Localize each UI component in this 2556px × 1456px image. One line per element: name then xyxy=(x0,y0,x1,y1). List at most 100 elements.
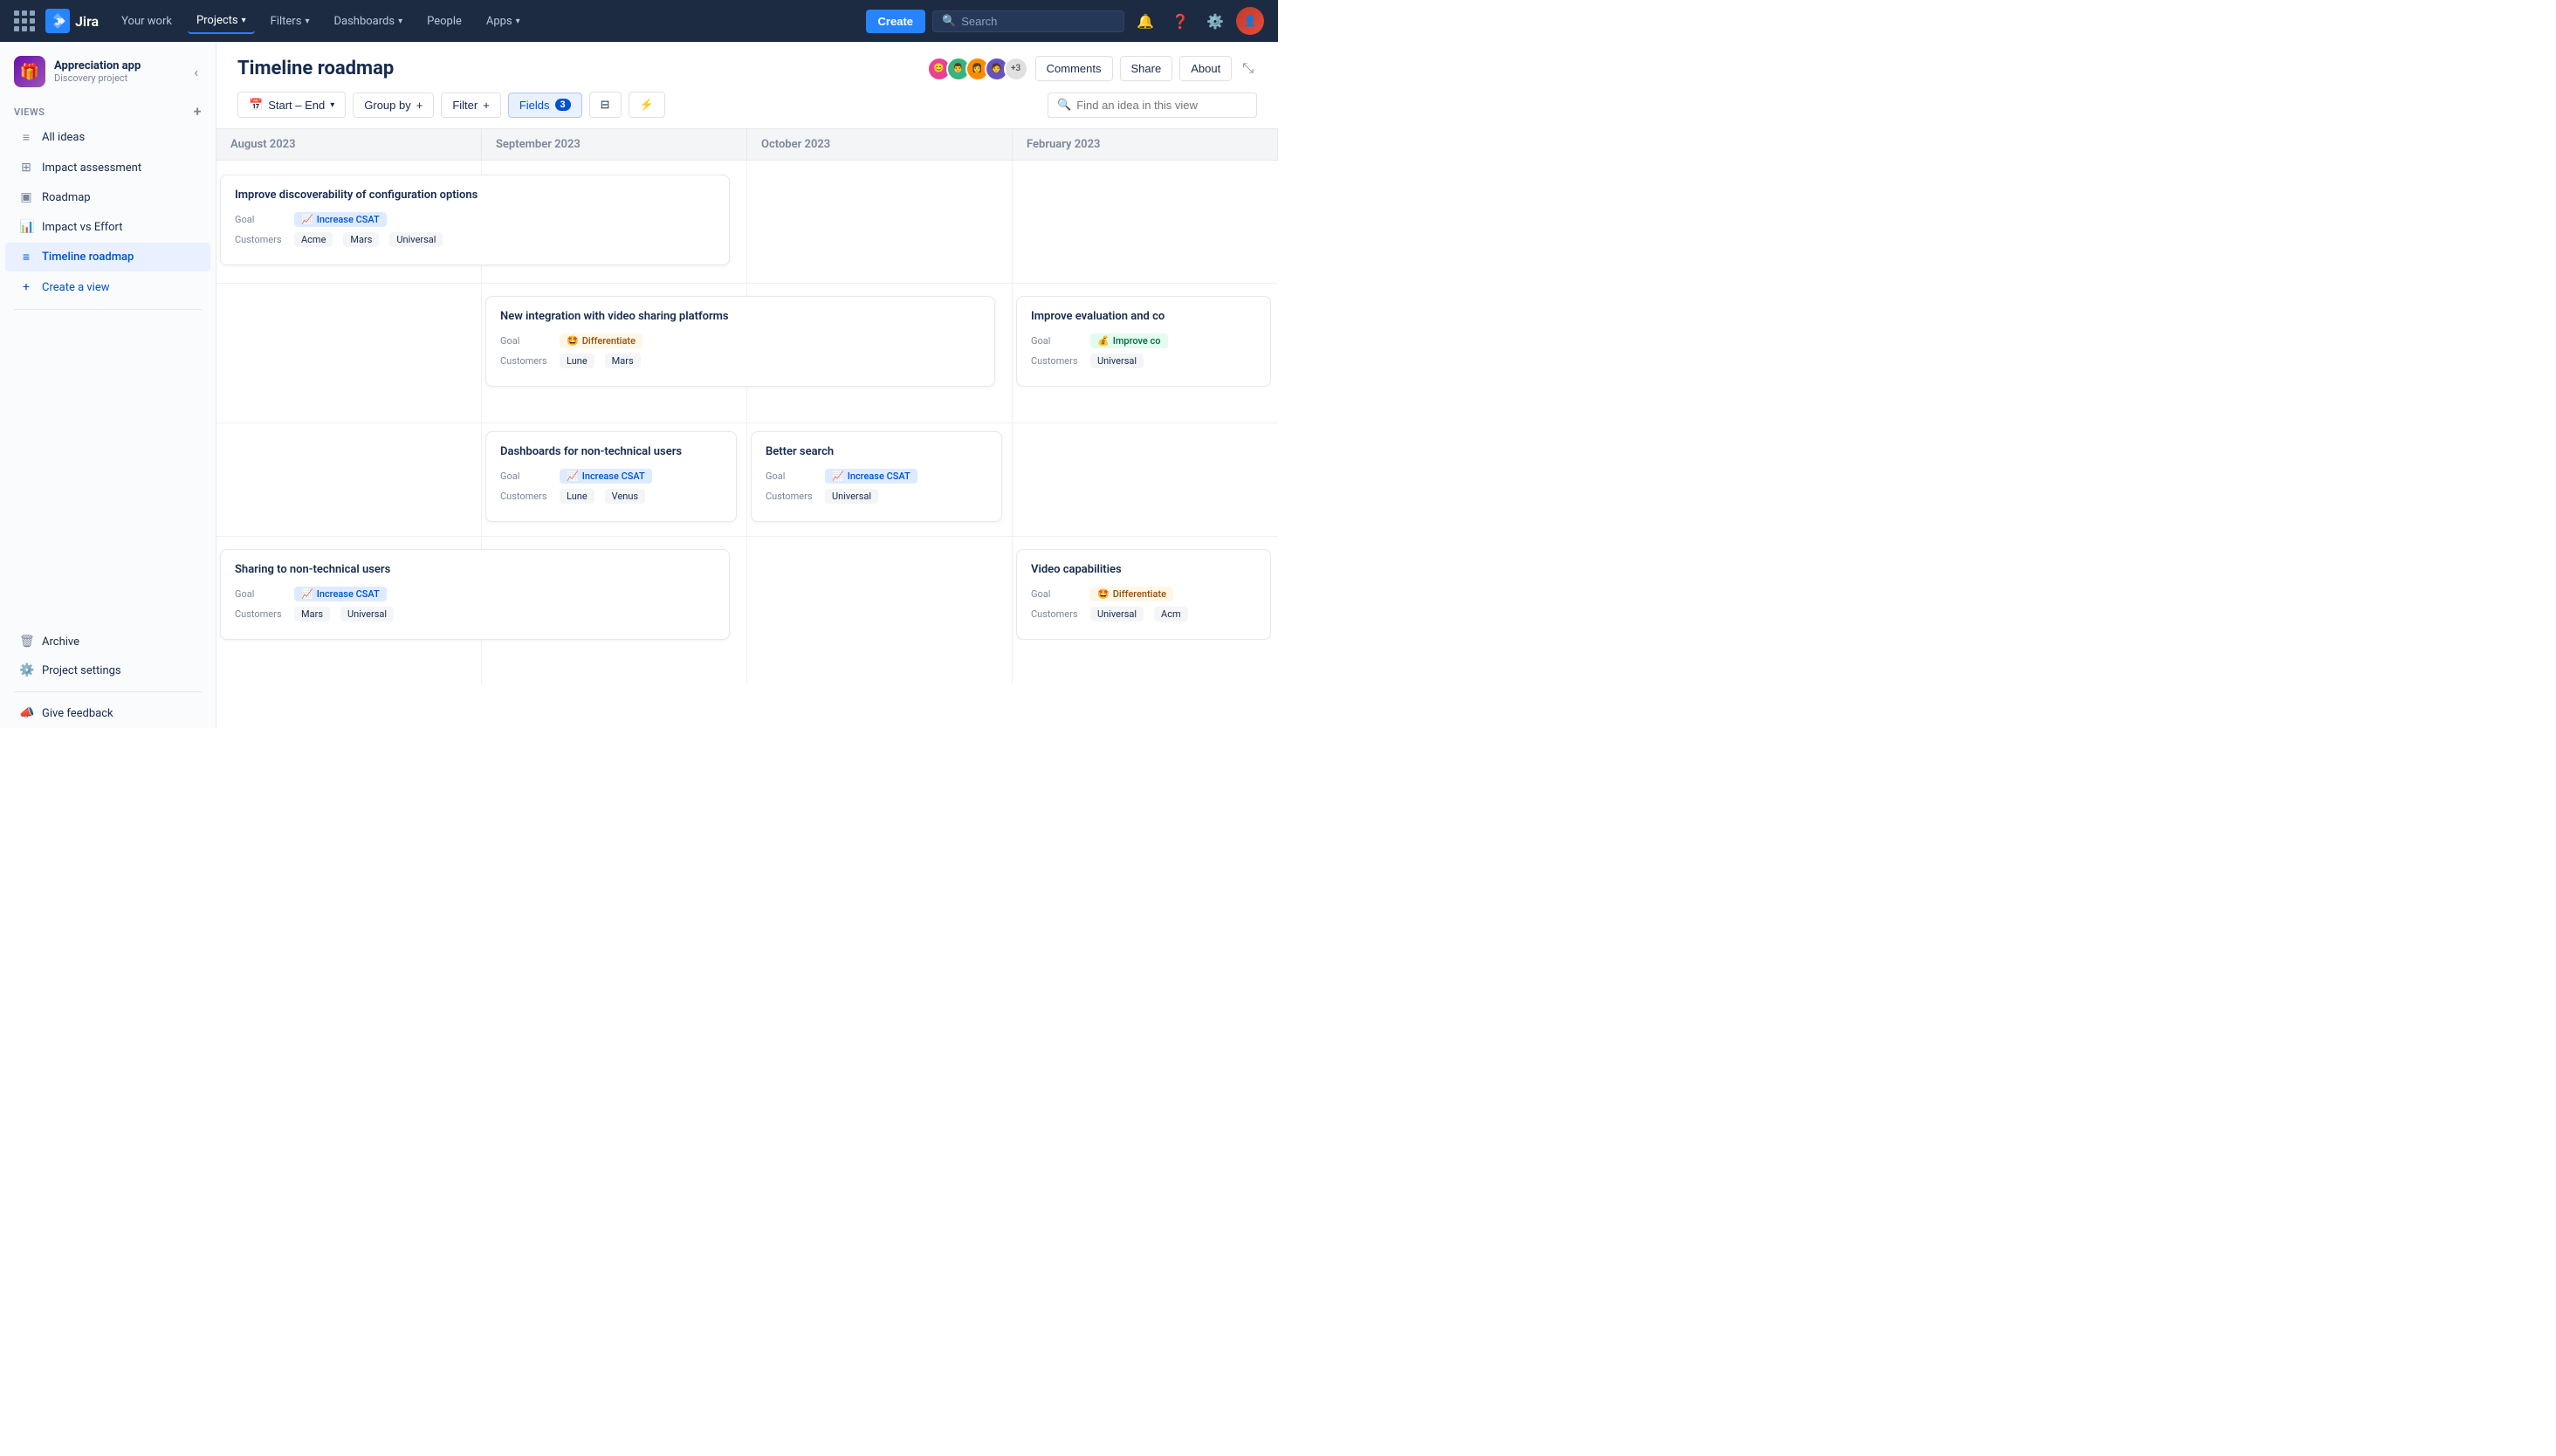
customer-acme: Acme xyxy=(294,232,333,247)
card-customers-field: Customers Mars Universal xyxy=(235,607,715,622)
goal-tag: 🤩 Differentiate xyxy=(560,333,642,348)
apps-grid-icon[interactable] xyxy=(14,10,35,31)
customer-venus: Venus xyxy=(605,489,645,504)
card-title: New integration with video sharing platf… xyxy=(500,309,980,325)
timeline-area: August 2023 September 2023 October 2023 … xyxy=(216,129,1278,728)
view-options-button[interactable]: ⊟ xyxy=(589,92,622,118)
filter-button[interactable]: Filter + xyxy=(441,93,500,118)
card-goal-field: Goal 📈 Increase CSAT xyxy=(500,469,722,484)
goal-emoji: 📈 xyxy=(301,588,313,600)
content-area: Timeline roadmap 😊 👨 👩 🧑 +3 Comments Sha… xyxy=(216,42,1278,728)
jira-logo-text: Jira xyxy=(75,13,99,30)
toolbar: 📅 Start – End ▾ Group by + Filter + Fiel… xyxy=(216,81,1278,129)
card-improve-evaluation[interactable]: Improve evaluation and co Goal 💰 Improve… xyxy=(1016,296,1271,387)
search-view-input[interactable] xyxy=(1076,99,1247,112)
page-header: Timeline roadmap 😊 👨 👩 🧑 +3 Comments Sha… xyxy=(216,42,1278,81)
card-customers-field: Customers Universal xyxy=(766,489,987,504)
collaborators-avatars: 😊 👨 👩 🧑 +3 xyxy=(927,57,1028,81)
customer-universal: Universal xyxy=(1090,607,1144,622)
card-dashboards[interactable]: Dashboards for non-technical users Goal … xyxy=(485,431,737,522)
grid-icon: ⊞ xyxy=(19,161,33,175)
month-october: October 2023 xyxy=(747,129,1013,160)
sidebar-divider-2 xyxy=(14,691,202,692)
user-avatar[interactable]: 👤 xyxy=(1236,7,1264,35)
goal-emoji: 🤩 xyxy=(1097,588,1110,600)
filter-plus-icon: + xyxy=(483,99,490,112)
row-sep-1 xyxy=(216,283,1278,284)
expand-button[interactable]: ⤡ xyxy=(1239,58,1257,80)
customer-lune: Lune xyxy=(560,354,594,368)
sidebar-item-archive[interactable]: 🗑 Archive xyxy=(5,628,210,656)
card-improve-discoverability[interactable]: Improve discoverability of configuration… xyxy=(220,175,730,265)
card-goal-field: Goal 📈 Increase CSAT xyxy=(766,469,987,484)
sidebar-collapse-button[interactable]: ‹ xyxy=(190,60,202,84)
card-goal-field: Goal 🤩 Differentiate xyxy=(1031,587,1256,601)
sidebar-item-give-feedback[interactable]: 📣 Give feedback xyxy=(5,699,210,727)
customer-mars: Mars xyxy=(294,607,330,622)
auto-schedule-button[interactable]: ⚡ xyxy=(629,92,665,118)
archive-icon: 🗑 xyxy=(19,635,33,649)
main-layout: 🎁 Appreciation app Discovery project ‹ V… xyxy=(0,42,1278,728)
nav-filters[interactable]: Filters ▾ xyxy=(262,10,319,33)
sidebar-item-impact-assessment[interactable]: ⊞ Impact assessment xyxy=(5,154,210,182)
card-new-integration[interactable]: New integration with video sharing platf… xyxy=(485,296,995,387)
collaborators-count: +3 xyxy=(1004,57,1028,81)
goal-tag: 💰 Improve co xyxy=(1090,333,1168,348)
card-title: Video capabilities xyxy=(1031,562,1256,578)
card-goal-field: Goal 📈 Increase CSAT xyxy=(235,212,715,227)
about-button[interactable]: About xyxy=(1179,56,1232,81)
projects-chevron-icon: ▾ xyxy=(242,16,246,25)
help-icon[interactable]: ❓ xyxy=(1166,7,1194,35)
sidebar-item-project-settings[interactable]: ⚙️ Project settings xyxy=(5,656,210,684)
search-box[interactable]: 🔍 xyxy=(932,10,1124,32)
sidebar-item-impact-vs-effort[interactable]: 📊 Impact vs Effort xyxy=(5,213,210,241)
settings-icon[interactable]: ⚙️ xyxy=(1201,7,1229,35)
nav-people[interactable]: People xyxy=(418,10,471,33)
start-end-button[interactable]: 📅 Start – End ▾ xyxy=(237,92,346,118)
nav-dashboards[interactable]: Dashboards ▾ xyxy=(325,10,411,33)
group-by-button[interactable]: Group by + xyxy=(353,93,434,118)
customer-lune: Lune xyxy=(560,489,594,504)
project-icon: 🎁 xyxy=(14,56,45,87)
fields-button[interactable]: Fields 3 xyxy=(508,93,582,118)
notifications-icon[interactable]: 🔔 xyxy=(1131,7,1159,35)
card-better-search[interactable]: Better search Goal 📈 Increase CSAT Custo… xyxy=(751,431,1002,522)
plus-icon: + xyxy=(19,280,33,294)
card-customers-field: Customers Universal xyxy=(1031,354,1256,368)
megaphone-icon: 📣 xyxy=(19,706,33,720)
nav-projects[interactable]: Projects ▾ xyxy=(188,9,255,34)
sidebar-item-roadmap[interactable]: ▣ Roadmap xyxy=(5,183,210,211)
card-sharing[interactable]: Sharing to non-technical users Goal 📈 In… xyxy=(220,549,730,640)
search-view-box[interactable]: 🔍 xyxy=(1048,93,1257,118)
create-button[interactable]: Create xyxy=(866,10,925,33)
sidebar-item-create-view[interactable]: + Create a view xyxy=(5,273,210,301)
project-name: Appreciation app xyxy=(54,59,182,72)
month-august: August 2023 xyxy=(216,129,482,160)
card-video-capabilities[interactable]: Video capabilities Goal 🤩 Differentiate … xyxy=(1016,549,1271,640)
start-end-chevron-icon: ▾ xyxy=(330,100,334,110)
goal-emoji: 📈 xyxy=(567,470,579,482)
card-customers-field: Customers Lune Venus xyxy=(500,489,722,504)
goal-tag: 📈 Increase CSAT xyxy=(825,469,917,484)
search-input[interactable] xyxy=(961,15,1115,28)
comments-button[interactable]: Comments xyxy=(1035,56,1113,81)
nav-your-work[interactable]: Your work xyxy=(113,10,181,33)
card-goal-field: Goal 💰 Improve co xyxy=(1031,333,1256,348)
customer-universal: Universal xyxy=(389,232,443,247)
views-section-label: VIEWS + xyxy=(0,94,216,122)
add-view-button[interactable]: + xyxy=(194,105,202,119)
sidebar-item-all-ideas[interactable]: ≡ All ideas xyxy=(5,123,210,152)
sidebar: 🎁 Appreciation app Discovery project ‹ V… xyxy=(0,42,216,728)
customer-mars: Mars xyxy=(343,232,379,247)
sidebar-item-timeline-roadmap[interactable]: ≡ Timeline roadmap xyxy=(5,243,210,271)
goal-tag: 📈 Increase CSAT xyxy=(294,587,387,601)
goal-tag: 🤩 Differentiate xyxy=(1090,587,1173,601)
timeline-icon: ≡ xyxy=(19,250,33,264)
table-icon: ⊟ xyxy=(601,98,610,112)
project-type: Discovery project xyxy=(54,72,182,84)
share-button[interactable]: Share xyxy=(1120,56,1173,81)
customer-universal: Universal xyxy=(825,489,878,504)
card-customers-field: Customers Lune Mars xyxy=(500,354,980,368)
jira-logo[interactable]: J Jira xyxy=(45,9,99,33)
nav-apps[interactable]: Apps ▾ xyxy=(478,10,529,33)
